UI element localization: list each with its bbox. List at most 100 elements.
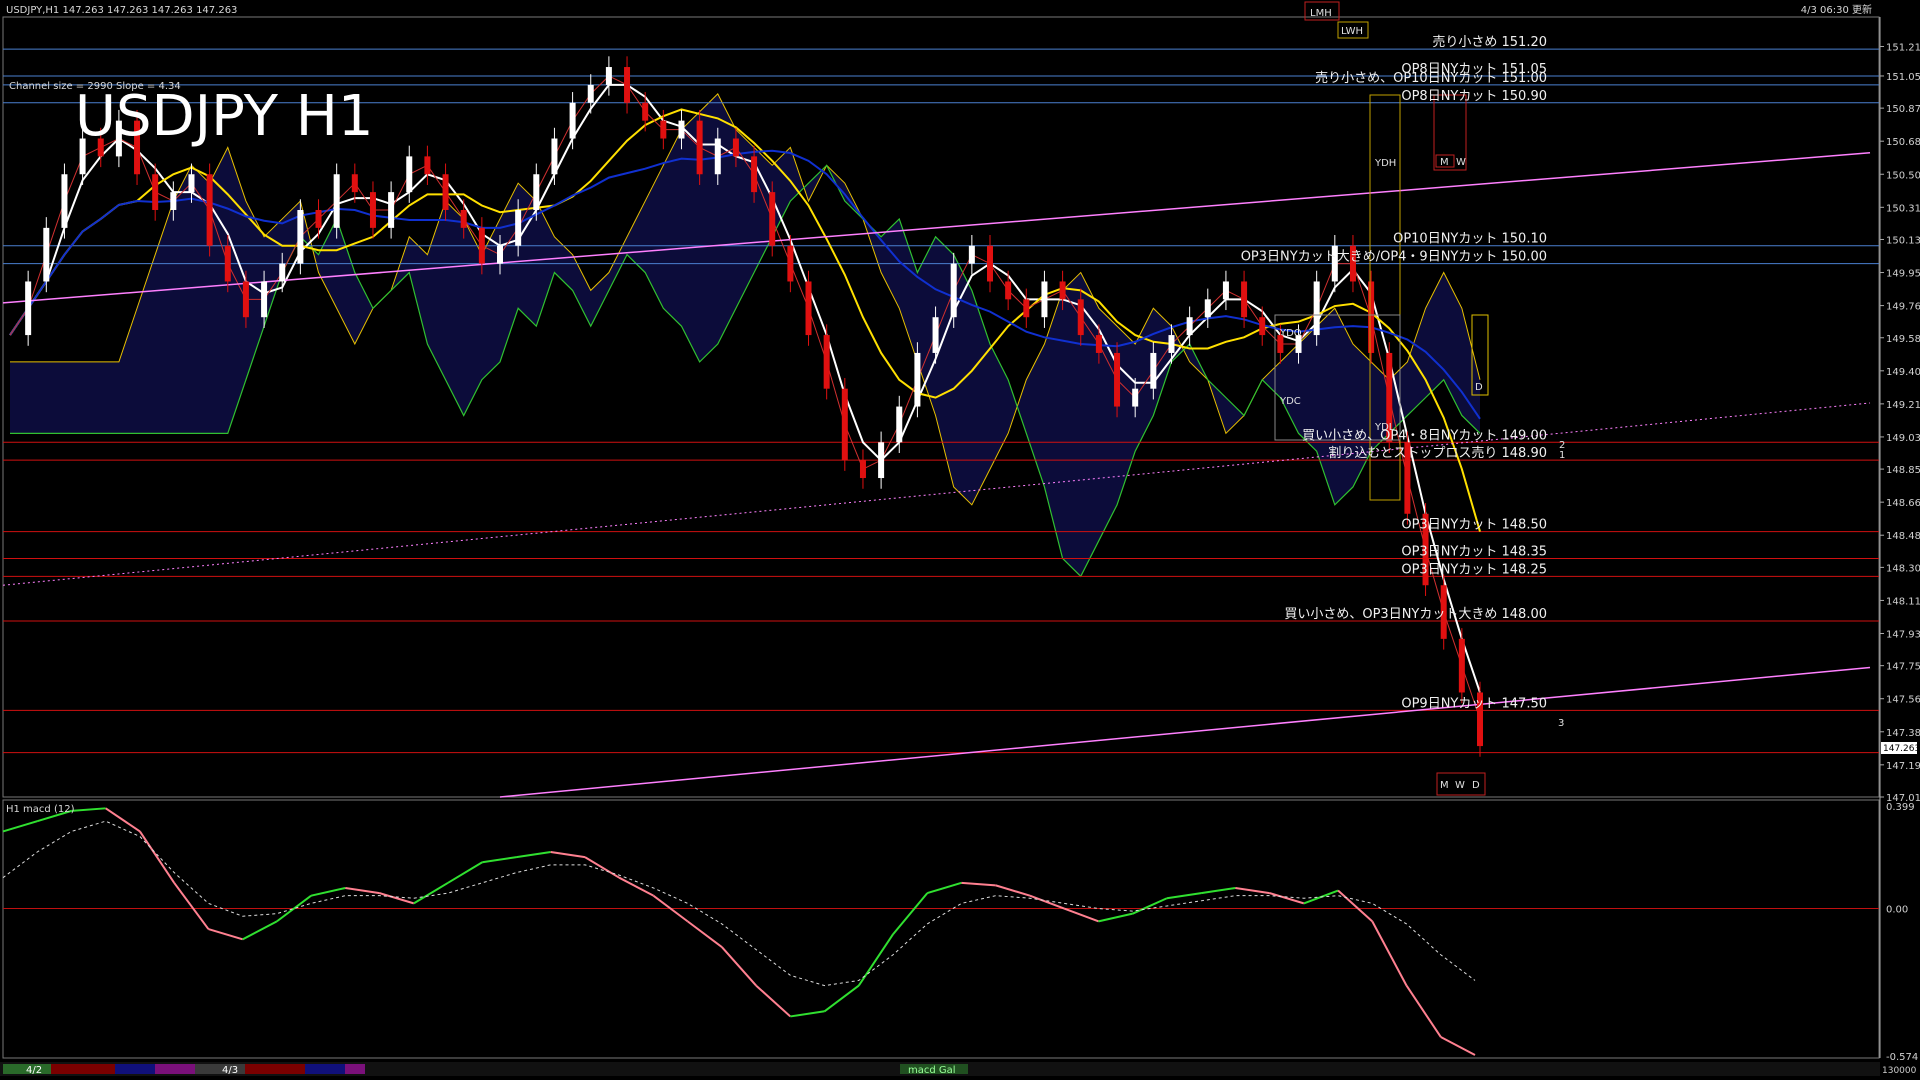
y-tick-label: 148.115 (1886, 596, 1920, 607)
y-tick-label: 148.480 (1886, 531, 1920, 542)
y-tick-label: 150.135 (1886, 235, 1920, 246)
macd-main-segment (1166, 892, 1202, 900)
box-label-lmh: LMH (1310, 8, 1332, 19)
macd-signal-line (2, 820, 1476, 987)
candle-body (152, 174, 159, 210)
level-label: OP3日NYカット大きめ/OP4・9日NYカット 150.00 (1241, 250, 1547, 265)
box-label-d: D (1475, 382, 1483, 393)
macd-main-segment (516, 851, 551, 859)
macd-label: H1 macd (12) (6, 804, 75, 815)
candle-body (1168, 335, 1175, 353)
macd-main-segment (721, 946, 757, 987)
level-label: 売り小さめ 151.20 (1432, 34, 1547, 50)
y-tick-label: 149.400 (1886, 367, 1920, 378)
candle-body (605, 67, 612, 85)
macd-main-segment (892, 892, 929, 935)
candle-body (424, 156, 431, 175)
macd-main-segment (1132, 897, 1168, 915)
level-label: 割り込むとストップロス売り 148.90 (1328, 445, 1547, 461)
macd-main-segment (823, 984, 860, 1013)
channel-lower (499, 666, 1871, 798)
box-label-n3: 3 (1558, 718, 1564, 729)
candle-body (751, 156, 758, 193)
y-tick-label: 148.300 (1886, 563, 1920, 574)
macd-main-segment (584, 856, 620, 879)
macd-main-segment (1440, 1036, 1476, 1056)
candle-body (1132, 388, 1139, 407)
macd-axis-label: 0.00 (1886, 905, 1908, 916)
box-label-ydo: YDO (1279, 328, 1302, 339)
macd-panel-frame (2, 799, 1880, 1059)
macd-main-segment (1235, 886, 1270, 895)
candle-body (333, 174, 340, 228)
y-tick-label: 147.930 (1886, 629, 1920, 640)
macd-axis-label: 0.399 (1886, 802, 1915, 813)
macd-main-segment (173, 882, 210, 930)
y-tick-label: 151.050 (1886, 72, 1920, 83)
cloud-area (10, 93, 1480, 577)
macd-main-segment (550, 851, 586, 859)
macd-main-segment (1063, 907, 1099, 923)
candle-body (1204, 299, 1211, 318)
candle-body (242, 281, 249, 318)
bottom-timeline-bar: 4/2 4/3 macd Gal 130000 (0, 1062, 1917, 1076)
candle-body (188, 174, 195, 193)
macd-gal-label: macd Gal (908, 1065, 956, 1076)
box-label-w_low: W (1455, 780, 1465, 791)
y-tick-label: 150.870 (1886, 104, 1920, 115)
candle-body (1095, 335, 1102, 353)
y-tick-label: 149.585 (1886, 334, 1920, 345)
candle-body (1368, 281, 1375, 353)
candle-body (442, 174, 449, 210)
symbol-line: USDJPY,H1 147.263 147.263 147.263 147.26… (6, 5, 237, 16)
macd-main-segment (687, 920, 723, 948)
macd-main-segment (926, 881, 962, 895)
candle-body (841, 388, 848, 461)
candle-body (569, 102, 576, 139)
candle-body (805, 281, 812, 336)
candle-body (1458, 638, 1465, 693)
candle-body (1059, 281, 1066, 300)
candle-body (696, 120, 703, 175)
macd-main-segment (618, 876, 654, 897)
candle-body (642, 102, 649, 121)
candle-body (1023, 299, 1030, 318)
moving-averages (2, 75, 1871, 798)
date-label-1: 4/3 (222, 1065, 238, 1076)
macd-main-segment (208, 928, 243, 941)
y-tick-label: 149.765 (1886, 302, 1920, 313)
box-label-d_low: D (1472, 780, 1480, 791)
candle-body (206, 174, 213, 246)
channel-mid (2, 402, 1871, 586)
y-tick-label: 147.380 (1886, 728, 1920, 739)
macd-main-segment (482, 856, 517, 864)
y-tick-label: 147.195 (1886, 761, 1920, 772)
level-label: 売り小さめ、OP10日NYカット 151.00 (1315, 70, 1547, 86)
level-label: OP3日NYカット 148.35 (1401, 544, 1547, 559)
candle-body (787, 245, 794, 282)
candle-body (660, 120, 667, 139)
macd-main-segment (857, 933, 894, 987)
candle-body (279, 263, 286, 282)
level-label: 買い小さめ、OP3日NYカット大きめ 148.00 (1284, 607, 1547, 622)
candle-body (261, 281, 268, 318)
macd-main-segment (1337, 889, 1373, 923)
candle-body (1114, 352, 1121, 407)
macd-main-segment (995, 884, 1031, 897)
candle-body (460, 209, 467, 228)
candle-body (823, 335, 830, 389)
y-tick-label: 147.750 (1886, 662, 1920, 673)
candle-body (1313, 281, 1320, 336)
candle-body (769, 192, 776, 246)
macd-main-segment (413, 881, 449, 905)
candle-body (533, 174, 540, 210)
y-tick-label: 149.215 (1886, 400, 1920, 411)
box-label-m_low: M (1440, 780, 1449, 791)
candle-body (1005, 281, 1012, 300)
macd-main-segment (345, 886, 380, 895)
y-tick-label: 150.315 (1886, 203, 1920, 214)
datetime-label: 4/3 06:30 更新 (1801, 3, 1872, 16)
macd-main-segment (961, 881, 996, 887)
candle-body (25, 281, 32, 336)
candle-body (878, 442, 885, 479)
